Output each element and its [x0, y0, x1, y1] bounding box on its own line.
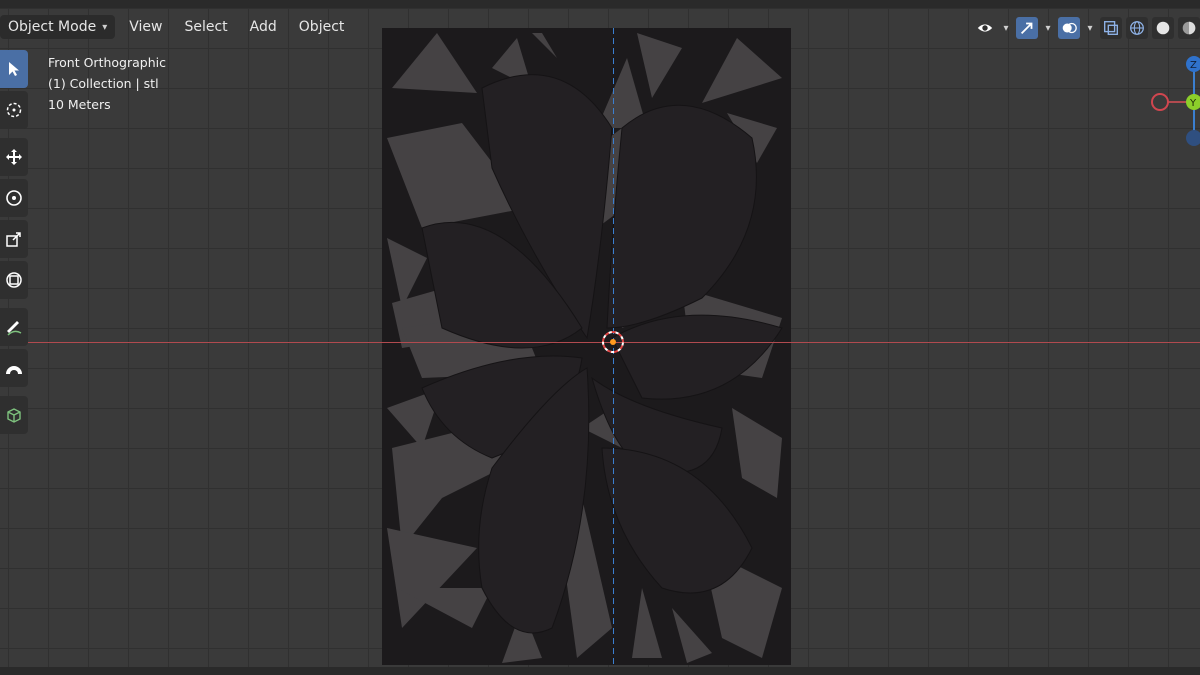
rotate-tool[interactable] — [0, 179, 28, 217]
gizmo-z-label: Z — [1190, 60, 1197, 71]
chevron-down-icon[interactable]: ▾ — [1042, 23, 1054, 34]
stl-model-mesh[interactable] — [382, 28, 791, 665]
cursor-tool[interactable] — [0, 91, 28, 129]
select-box-tool[interactable] — [0, 50, 28, 88]
solid-shading-button[interactable] — [1152, 17, 1174, 39]
eye-icon — [977, 24, 993, 32]
chevron-down-icon: ▾ — [102, 21, 108, 33]
menu-object[interactable]: Object — [291, 15, 353, 39]
material-sphere-icon — [1182, 21, 1196, 35]
gizmo-z-negative — [1186, 130, 1200, 146]
measure-tool[interactable] — [0, 349, 28, 387]
navigation-gizmo[interactable]: Z Y — [1140, 52, 1200, 152]
select-cursor-icon — [9, 62, 19, 76]
annotate-tool[interactable] — [0, 308, 28, 346]
top-header-strip — [0, 0, 1200, 8]
overlay-circles-icon — [1062, 22, 1077, 34]
viewport-info-overlay: Front Orthographic (1) Collection | stl … — [48, 52, 166, 115]
pencil-icon — [7, 321, 22, 336]
view-name-text: Front Orthographic — [48, 55, 166, 70]
menu-add[interactable]: Add — [242, 15, 285, 39]
chevron-down-icon[interactable]: ▾ — [1084, 23, 1096, 34]
scale-tool[interactable] — [0, 220, 28, 258]
transform-icon — [6, 272, 22, 288]
wireframe-sphere-icon — [1130, 21, 1144, 35]
viewport-right-controls: ▾ ▾ ▾ — [974, 14, 1200, 42]
solid-sphere-icon — [1156, 21, 1170, 35]
gizmo-y-label: Y — [1189, 98, 1197, 109]
viewport-header: Object Mode ▾ View Select Add Object — [0, 14, 352, 40]
overlays-toggle[interactable] — [1058, 17, 1080, 39]
add-cube-tool[interactable] — [0, 396, 28, 434]
material-shading-button[interactable] — [1178, 17, 1200, 39]
collection-text: (1) Collection | stl — [48, 76, 159, 91]
3d-cursor-icon — [6, 102, 22, 118]
gizmo-arrow-icon — [1020, 22, 1033, 35]
xray-icon — [1104, 21, 1118, 35]
gizmo-toggle[interactable] — [1016, 17, 1038, 39]
gizmo-x-negative — [1151, 93, 1169, 111]
move-tool[interactable] — [0, 138, 28, 176]
transform-tool[interactable] — [0, 261, 28, 299]
wireframe-shading-button[interactable] — [1126, 17, 1148, 39]
xray-toggle[interactable] — [1100, 17, 1122, 39]
protractor-icon — [6, 366, 22, 374]
menu-select[interactable]: Select — [176, 15, 235, 39]
visibility-toggle[interactable] — [974, 17, 996, 39]
bottom-status-strip — [0, 667, 1200, 675]
rotate-icon — [6, 190, 22, 206]
menu-view[interactable]: View — [121, 15, 170, 39]
tool-shelf — [0, 50, 28, 437]
scale-icon — [6, 232, 21, 247]
object-mode-label: Object Mode — [8, 19, 97, 35]
scale-text: 10 Meters — [48, 97, 111, 112]
object-origin-marker[interactable] — [601, 330, 625, 354]
object-mode-dropdown[interactable]: Object Mode ▾ — [0, 15, 116, 39]
chevron-down-icon[interactable]: ▾ — [1000, 23, 1012, 34]
cube-icon — [7, 408, 21, 423]
move-arrows-icon — [6, 149, 22, 165]
